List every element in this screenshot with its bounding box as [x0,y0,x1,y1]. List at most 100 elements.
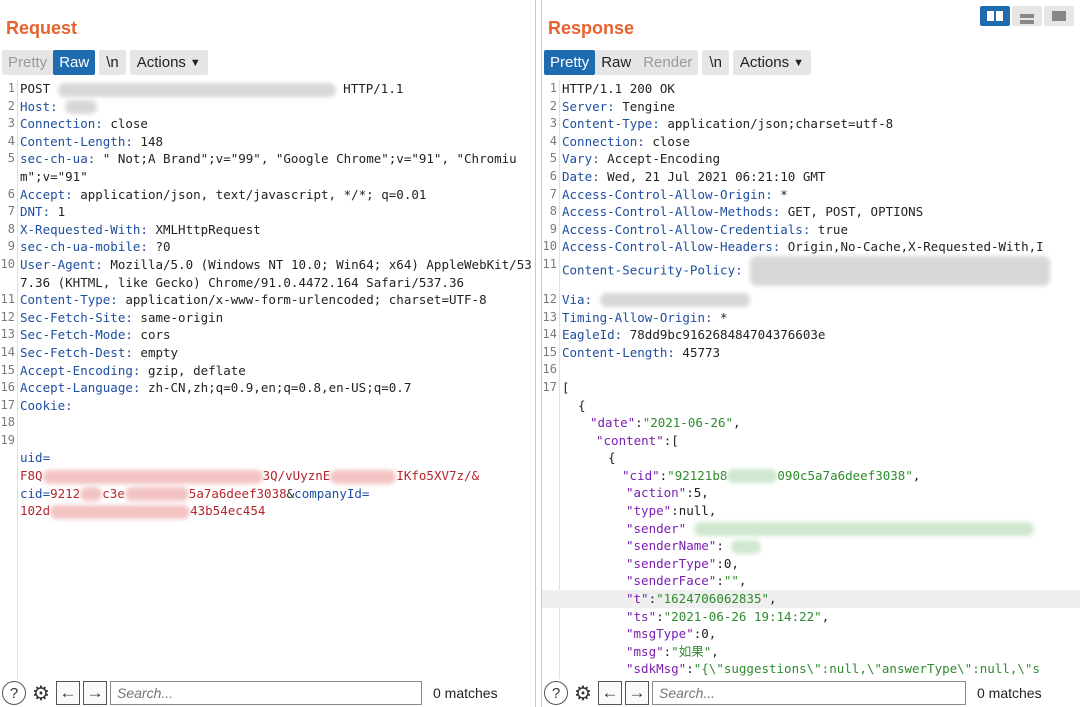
response-line: 15 Content-Length: 45773 [542,344,721,360]
response-line-highlighted: "t":"1624706062835", [542,590,1080,608]
json-value: "1624706062835" [656,591,769,607]
request-line: 3 Connection: close [7,116,148,132]
response-title: Response [548,18,635,38]
response-tab-render[interactable]: Render [637,50,698,75]
response-tab-raw[interactable]: Raw [595,50,637,75]
request-tab-raw[interactable]: Raw [53,50,96,75]
request-line: 12 Sec-Fetch-Site: same-origin [0,309,224,325]
request-lines: 1 POST HTTP/1.1 2 Host: 3 Connection: close… [0,80,535,520]
request-line: 13 Sec-Fetch-Mode: cors [0,327,171,343]
response-line: "senderType":0, [626,555,739,571]
help-icon[interactable]: ? [544,681,568,705]
request-editor[interactable]: 1 POST HTTP/1.1 2 Host: 3 Connection: close… [0,80,535,679]
header-key: EagleId: [562,327,623,343]
request-pane: Request Pretty Raw \n Actions ▼ 1 POST HTT… [0,0,536,707]
body-company-key: companyId= [294,485,370,501]
view-split-icon[interactable] [980,6,1010,26]
json-key: "type" [626,503,672,519]
layout-toggle [980,6,1074,26]
response-line: 14 EagleId: 78dd9bc916268484704376603e [542,327,826,343]
header-value: close [644,133,690,149]
chevron-down-icon: ▼ [793,57,805,69]
json-value: "2021-06-26 19:14:22" [663,608,822,624]
settings-gear-icon[interactable]: ⚙ [571,681,595,705]
body-company-start: 102d [20,503,51,519]
header-value: XMLHttpRequest [147,221,261,237]
request-actions-button[interactable]: Actions ▼ [129,50,208,75]
response-line: 4 Connection: close [549,133,690,149]
header-value: * [772,186,788,202]
response-searchbar: ? ⚙ ← → 0 matches [542,679,1080,707]
request-line: 10 User-Agent: Mozilla/5.0 (Windows NT 10… [0,256,532,290]
response-search-input[interactable] [652,681,966,705]
settings-gear-icon[interactable]: ⚙ [29,681,53,705]
header-key: Content-Type: [20,292,118,308]
request-actions-label: Actions [136,54,186,71]
json-key: "msg" [626,643,664,659]
response-line: "msg":"如果", [626,643,719,659]
response-line: 1 HTTP/1.1 200 OK [549,81,675,96]
header-key: Cookie: [20,397,73,413]
response-line: 2 Server: Tengine [549,98,675,114]
body-company-end: 43b54ec454 [190,503,266,519]
header-value: 148 [132,133,163,149]
response-line: 13 Timing-Allow-Origin: * [542,309,728,325]
json-value: 0 [701,626,709,642]
json-key: "senderFace" [626,573,717,589]
response-line: "date":"2021-06-26", [590,415,741,431]
request-line: 2 Host: [0,98,535,116]
arrow-left-icon[interactable]: ← [598,681,622,705]
help-icon[interactable]: ? [2,681,26,705]
header-key: Sec-Fetch-Mode: [20,327,133,343]
request-line: 8 X-Requested-With: XMLHttpRequest [7,221,261,237]
request-protocol: HTTP/1.1 [343,81,404,96]
response-line: "ts":"2021-06-26 19:14:22", [626,608,830,624]
arrow-right-icon[interactable]: → [83,681,107,705]
header-key: Timing-Allow-Origin: [562,309,713,325]
header-key: Sec-Fetch-Site: [20,309,133,325]
body-cid-key: cid= [20,485,51,501]
request-line: 4 Content-Length: 148 [7,133,163,149]
header-key: Content-Length: [20,133,133,149]
view-single-icon[interactable] [1044,6,1074,26]
json-value: "" [723,573,739,589]
header-key: Via: [562,291,593,307]
request-line: 11 Content-Type: application/x-www-form-u… [0,292,487,308]
redacted-company [50,504,191,519]
json-value: null [678,503,709,519]
header-key: Accept: [20,186,73,202]
status-line: HTTP/1.1 200 OK [562,81,675,96]
arrow-left-icon[interactable]: ← [56,681,80,705]
header-key: Connection: [20,116,103,132]
request-search-input[interactable] [110,681,422,705]
json-value: 090c5a7a6deef3038" [777,467,913,483]
response-line: "content":[ [596,432,679,448]
header-value: application/json, text/javascript, */*; … [72,186,427,202]
response-tab-pretty[interactable]: Pretty [544,50,596,75]
response-line: "type":null, [626,503,717,519]
request-view-tabs: Pretty Raw [2,50,96,75]
redacted-uid [42,469,263,484]
response-actions-button[interactable]: Actions ▼ [732,50,812,75]
response-newline-toggle[interactable]: \n [702,50,729,75]
view-horizontal-icon[interactable] [1012,6,1042,26]
request-tab-pretty[interactable]: Pretty [2,50,53,75]
header-value: Accept-Encoding [599,151,721,167]
header-key: Host: [20,98,58,114]
json-value: 0 [723,555,732,571]
response-line: 11 Content-Security-Policy: [542,255,1080,291]
json-key: "ts" [626,608,657,624]
response-lines: 1 HTTP/1.1 200 OK 2 Server: Tengine 3 Conte… [542,80,1080,678]
arrow-right-icon[interactable]: → [625,681,649,705]
json-value: "92121b8 [667,467,728,483]
redacted-sender [693,522,1034,537]
json-key: "msgType" [626,626,694,642]
response-editor[interactable]: 1 HTTP/1.1 200 OK 2 Server: Tengine 3 Conte… [542,80,1080,679]
json-open-bracket: [ [562,379,570,395]
request-line: 5 sec-ch-ua: " Not;A Brand";v="99", "Goog… [7,151,517,184]
response-line: "action":5, [626,485,709,501]
request-newline-toggle[interactable]: \n [99,50,126,75]
redacted-url [57,82,336,97]
body-cid-mid: c3e [102,485,125,501]
response-line: "senderName": [542,537,1080,555]
